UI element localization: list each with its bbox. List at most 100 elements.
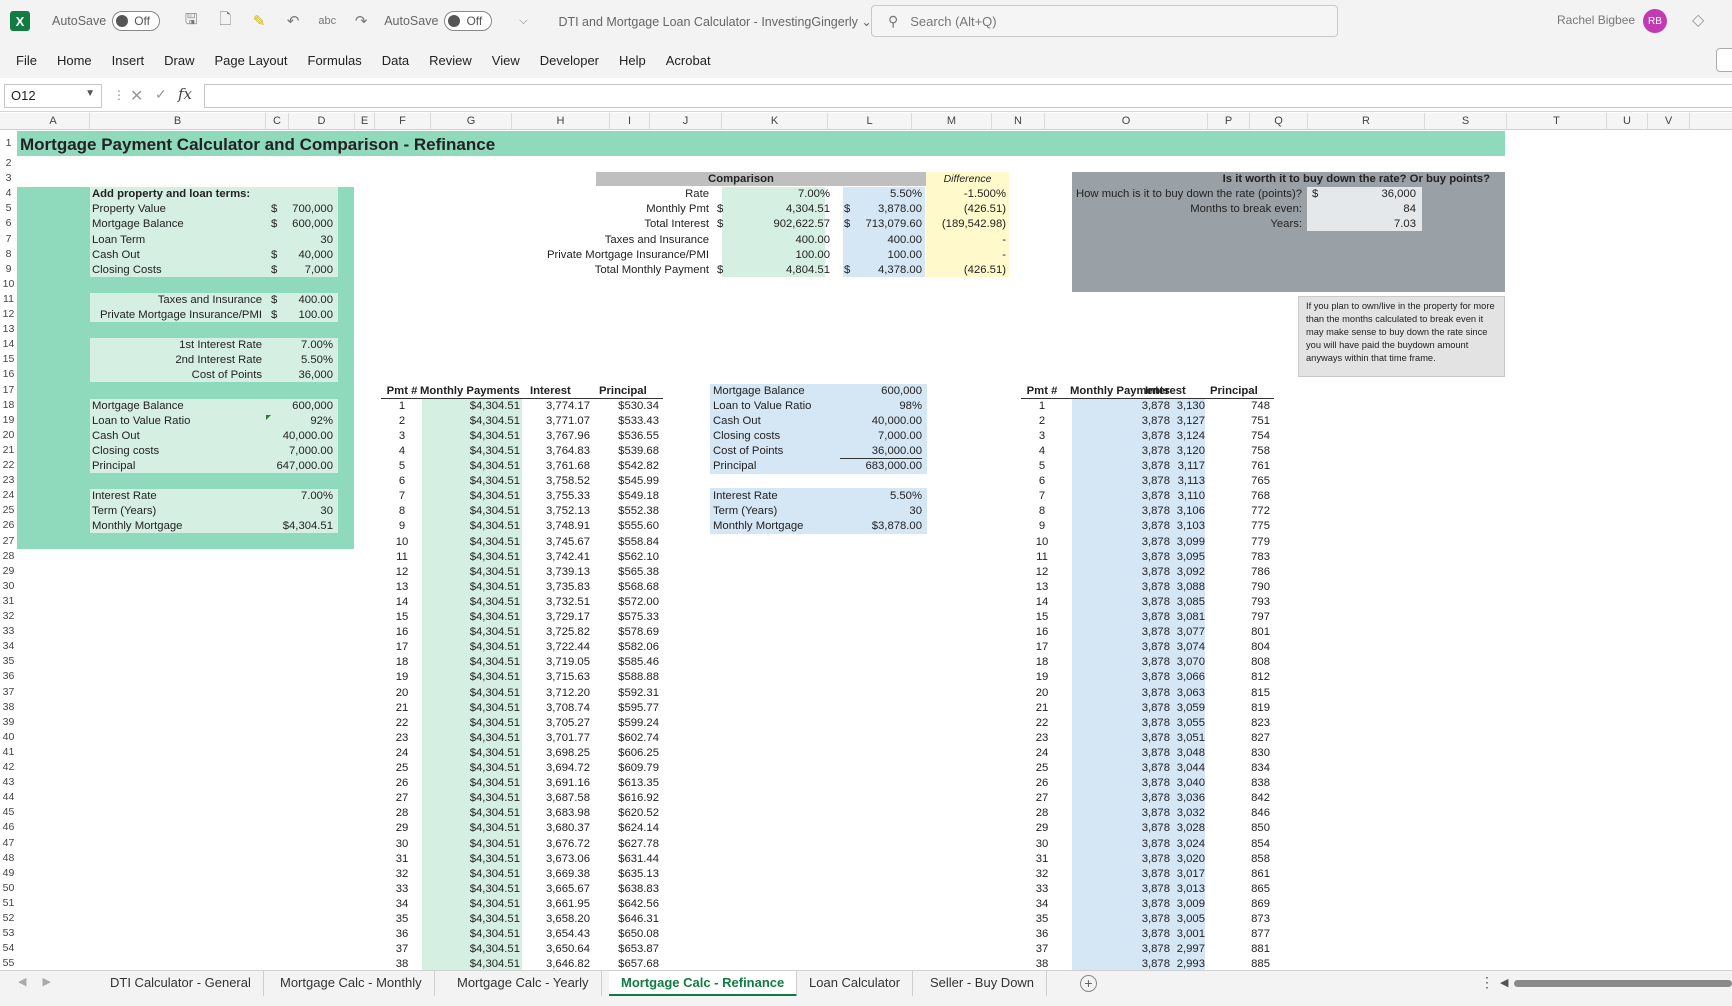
column-header-n[interactable]: N [992,113,1045,130]
row-header[interactable]: 44 [0,790,17,805]
row-header[interactable]: 51 [0,896,17,911]
column-header-p[interactable]: P [1208,113,1250,130]
column-header-c[interactable]: C [266,113,289,130]
row-header[interactable]: 29 [0,564,17,579]
check-icon[interactable]: ✓ [155,86,167,103]
ribbon-tab-draw[interactable]: Draw [164,53,194,68]
column-header-u[interactable]: U [1607,113,1648,130]
row-header[interactable]: 38 [0,700,17,715]
ribbon-tab-page-layout[interactable]: Page Layout [215,53,288,68]
formula-input[interactable] [204,84,1732,108]
worksheet-grid[interactable]: ABCDEFGHIJKLMNOPQRSTUV 1 2 3 4 5 6 7 8 9 10 11 12 13… [0,113,1732,970]
ribbon-tab-formulas[interactable]: Formulas [308,53,362,68]
column-header-i[interactable]: I [610,113,650,130]
row-header[interactable]: 5 [0,201,17,216]
column-header-q[interactable]: Q [1250,113,1308,130]
row-header[interactable]: 13 [0,322,17,337]
column-header-s[interactable]: S [1425,113,1507,130]
row-header[interactable]: 54 [0,941,17,956]
column-header-f[interactable]: F [375,113,431,130]
highlight-icon[interactable]: ✎ [249,11,269,31]
redo-icon[interactable]: ↷ [351,11,371,31]
column-header-j[interactable]: J [650,113,722,130]
row-header[interactable]: 36 [0,669,17,684]
autosave-toggle[interactable]: Off [112,11,161,31]
ribbon-tab-data[interactable]: Data [382,53,409,68]
sheet-tab-mortgage-calc-monthly[interactable]: Mortgage Calc - Monthly [268,971,435,997]
row-header[interactable]: 22 [0,458,17,473]
row-header[interactable]: 55 [0,956,17,970]
row-header[interactable]: 34 [0,639,17,654]
column-header-e[interactable]: E [355,113,375,130]
row-header[interactable]: 37 [0,685,17,700]
ribbon-tab-review[interactable]: Review [429,53,472,68]
column-header-h[interactable]: H [512,113,610,130]
avatar[interactable]: RB [1643,9,1667,33]
diamond-icon[interactable]: ◇ [1692,10,1704,30]
autosave-toggle-2[interactable]: Off [444,11,493,31]
row-header[interactable]: 26 [0,518,17,533]
row-header[interactable]: 24 [0,488,17,503]
row-header[interactable]: 3 [0,171,17,186]
row-header[interactable]: 35 [0,654,17,669]
save-icon[interactable]: 🖫 [181,11,201,31]
sheet-nav-arrows-icon[interactable]: ◀▶ [18,975,67,988]
column-header-b[interactable]: B [90,113,266,130]
row-header[interactable]: 25 [0,503,17,518]
row-header[interactable]: 31 [0,594,17,609]
row-header[interactable]: 47 [0,836,17,851]
ribbon-tab-acrobat[interactable]: Acrobat [666,53,711,68]
row-header[interactable]: 2 [0,156,17,171]
row-header[interactable]: 6 [0,216,17,231]
row-header[interactable]: 18 [0,398,17,413]
row-header[interactable]: 16 [0,367,17,382]
undo-icon[interactable]: ↶ [283,11,303,31]
scroll-thumb[interactable] [1514,980,1732,987]
row-header[interactable]: 39 [0,715,17,730]
row-header[interactable]: 50 [0,881,17,896]
row-header[interactable]: 41 [0,745,17,760]
sheet-tab-dti-calculator-general[interactable]: DTI Calculator - General [98,971,264,997]
column-header-r[interactable]: R [1308,113,1425,130]
user-name[interactable]: Rachel Bigbee [1557,13,1635,27]
row-header[interactable]: 4 [0,186,17,201]
row-header[interactable]: 32 [0,609,17,624]
row-header[interactable]: 28 [0,549,17,564]
sheet-tab-seller-buy-down[interactable]: Seller - Buy Down [918,971,1048,997]
ribbon-tab-file[interactable]: File [16,53,37,68]
row-header[interactable]: 23 [0,473,17,488]
column-header-m[interactable]: M [912,113,992,130]
row-header[interactable]: 40 [0,730,17,745]
row-header[interactable]: 30 [0,579,17,594]
name-box[interactable]: O12 ▼ [4,84,102,108]
spelling-icon[interactable]: abc [317,11,337,31]
new-file-icon[interactable]: 🗋 [215,11,235,31]
sheet-tab-mortgage-calc-yearly[interactable]: Mortgage Calc - Yearly [445,971,602,997]
column-header-t[interactable]: T [1507,113,1607,130]
more-options-icon[interactable]: ⋮ [1480,974,1494,991]
document-title[interactable]: DTI and Mortgage Loan Calculator - Inves… [558,14,871,29]
row-header[interactable]: 27 [0,534,17,549]
column-header-l[interactable]: L [828,113,912,130]
column-header-g[interactable]: G [431,113,512,130]
row-header[interactable]: 20 [0,428,17,443]
row-header[interactable]: 53 [0,926,17,941]
scroll-left-icon[interactable]: ◀ [1500,976,1508,989]
add-sheet-icon[interactable]: + [1080,975,1097,992]
sheet-tab-loan-calculator[interactable]: Loan Calculator [797,971,914,997]
row-header[interactable]: 1 [0,130,17,156]
row-header[interactable]: 45 [0,805,17,820]
row-header[interactable]: 15 [0,352,17,367]
row-header[interactable]: 14 [0,337,17,352]
ribbon-tab-insert[interactable]: Insert [112,53,145,68]
ribbon-tab-view[interactable]: View [492,53,520,68]
column-header-k[interactable]: K [722,113,828,130]
more-icon[interactable]: ⋮ [113,88,125,102]
row-header[interactable]: 52 [0,911,17,926]
row-header[interactable]: 8 [0,247,17,262]
cancel-icon[interactable]: ✕ [130,86,143,106]
row-header[interactable]: 11 [0,292,17,307]
sheet-tab-mortgage-calc-refinance[interactable]: Mortgage Calc - Refinance [609,971,798,997]
ribbon-tab-developer[interactable]: Developer [540,53,599,68]
comments-icon[interactable] [1716,48,1732,72]
